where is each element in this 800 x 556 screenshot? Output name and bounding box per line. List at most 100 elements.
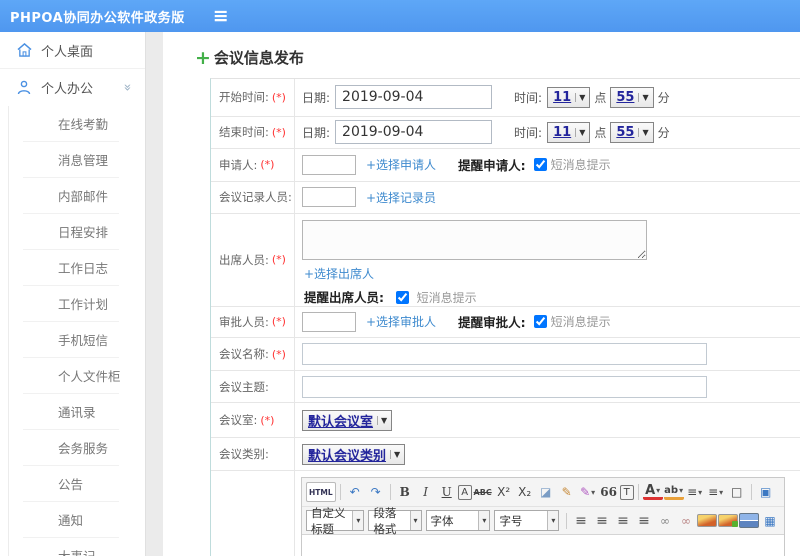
approver-input[interactable] <box>302 311 356 332</box>
sidebar-item[interactable]: 工作计划 <box>8 286 145 322</box>
align-center-icon[interactable]: ≡ <box>592 511 612 531</box>
required-mark: (*) <box>271 90 286 104</box>
sidebar-item[interactable]: 大事记 <box>8 538 145 556</box>
sidebar-item[interactable]: 日程安排 <box>8 214 145 250</box>
paragraph-format-select[interactable]: 段落格式 ▾ <box>368 506 422 536</box>
choose-attendees-link[interactable]: +选择出席人 <box>304 265 374 282</box>
upload-image-icon[interactable] <box>718 514 739 527</box>
superscript-icon[interactable]: X² <box>494 482 514 502</box>
row-approver: 审批人员: (*) +选择审批人 提醒审批人: 短消息提示 <box>211 306 800 339</box>
page-header: + 会议信息发布 <box>163 32 800 68</box>
text-style-icon[interactable]: A <box>457 484 472 500</box>
align-right-icon[interactable]: ≡ <box>613 511 633 531</box>
undo-icon[interactable]: ↶ <box>345 482 365 502</box>
subscript-icon[interactable]: X₂ <box>515 482 535 502</box>
hamburger-menu-icon[interactable]: ≡ <box>213 0 229 32</box>
sidebar-item-label: 会务服务 <box>23 430 119 466</box>
link-icon[interactable]: ∞ <box>655 511 675 531</box>
meeting-name-input[interactable] <box>302 343 707 366</box>
recorder-input[interactable] <box>302 187 356 208</box>
highlight-color-icon[interactable]: ab ▾ <box>663 484 684 500</box>
choose-approver-link[interactable]: +选择审批人 <box>366 313 436 330</box>
sms-remind-applicant-checkbox[interactable] <box>533 158 547 172</box>
blockquote-icon[interactable]: 66 <box>599 482 619 502</box>
hour-unit-label: 点 <box>594 90 607 105</box>
sidebar-item-label: 在线考勤 <box>23 106 119 142</box>
main-content: + 会议信息发布 开始时间:(*) 日期: 时间: 11▼ 点 55▼ 分 结束… <box>163 32 800 556</box>
align-left-icon[interactable]: ≡ <box>571 511 591 531</box>
redo-icon[interactable]: ↷ <box>366 482 386 502</box>
media-icon[interactable] <box>739 513 760 528</box>
sidebar-item-personal-desktop[interactable]: 个人桌面 <box>0 32 145 69</box>
chevron-down-icon: ▾ <box>698 487 703 497</box>
choose-applicant-link[interactable]: +选择申请人 <box>366 156 436 173</box>
sidebar-item[interactable]: 通讯录 <box>8 394 145 430</box>
sidebar-item[interactable]: 工作日志 <box>8 250 145 286</box>
justify-icon[interactable]: ≡ <box>634 511 654 531</box>
remind-approver-label: 提醒审批人: <box>458 315 526 331</box>
remind-attendees-label: 提醒出席人员: <box>304 289 384 305</box>
time-label: 时间: <box>514 125 543 140</box>
row-recorder: 会议记录人员:(*) +选择记录员 <box>211 181 800 214</box>
choose-recorder-link[interactable]: +选择记录员 <box>366 189 436 206</box>
html-source-icon[interactable]: HTML <box>306 482 336 502</box>
end-date-input[interactable] <box>335 120 493 145</box>
font-size-select[interactable]: 字号 ▾ <box>494 510 560 531</box>
field-label: 会议名称: <box>219 347 269 362</box>
start-minute-select[interactable]: 55 ▼ <box>610 86 654 108</box>
sidebar-item[interactable]: 个人文件柜 <box>8 358 145 394</box>
meeting-category-select[interactable]: 默认会议类别 ▼ <box>302 443 406 465</box>
sidebar-item[interactable]: 内部邮件 <box>8 178 145 214</box>
sms-remind-attendees-checkbox[interactable] <box>395 290 409 304</box>
strikethrough-icon[interactable]: ABC <box>473 482 493 502</box>
required-mark: (*) <box>260 413 275 427</box>
paragraph-format-label: 段落格式 <box>373 505 397 536</box>
custom-heading-select[interactable]: 自定义标题 ▾ <box>306 506 365 536</box>
sidebar-item[interactable]: 在线考勤 <box>8 106 145 142</box>
new-page-icon[interactable]: □ <box>727 482 747 502</box>
editor-content-area[interactable] <box>302 534 784 556</box>
sms-label: 短消息提示 <box>550 315 611 330</box>
unordered-list-icon[interactable]: ≡ ▾ <box>706 482 726 502</box>
attendees-textarea[interactable] <box>302 219 647 260</box>
sms-remind-approver-checkbox[interactable] <box>533 315 547 329</box>
sidebar-item[interactable]: 公告 <box>8 466 145 502</box>
meeting-form: 开始时间:(*) 日期: 时间: 11▼ 点 55▼ 分 结束时间:(*) 日期… <box>210 78 800 556</box>
fullscreen-icon[interactable]: ▣ <box>756 482 776 502</box>
format-painter-icon[interactable]: ✎ ▾ <box>578 482 598 502</box>
ordered-list-icon[interactable]: ≡ ▾ <box>685 482 705 502</box>
end-hour-select[interactable]: 11 ▼ <box>547 121 591 143</box>
sidebar-item-personal-office[interactable]: 个人办公 » <box>0 69 145 106</box>
row-start-time: 开始时间:(*) 日期: 时间: 11▼ 点 55▼ 分 <box>211 79 800 117</box>
sidebar-item[interactable]: 手机短信 <box>8 322 145 358</box>
sidebar-item[interactable]: 会务服务 <box>8 430 145 466</box>
underline-icon[interactable]: U <box>437 482 457 502</box>
sidebar-item-label: 手机短信 <box>23 322 119 358</box>
applicant-input[interactable] <box>302 154 356 175</box>
start-hour-select[interactable]: 11 ▼ <box>547 86 591 108</box>
sidebar-item-label: 通知 <box>23 502 119 538</box>
required-mark: (*) <box>271 315 286 329</box>
sidebar-item[interactable]: 通知 <box>8 502 145 538</box>
hour-unit-label: 点 <box>594 125 607 140</box>
font-family-select[interactable]: 字体 ▾ <box>425 510 491 531</box>
bold-icon[interactable]: B <box>395 482 415 502</box>
start-date-input[interactable] <box>335 85 493 110</box>
paste-icon[interactable]: T <box>619 484 634 500</box>
table-icon[interactable]: ▦ <box>760 511 780 531</box>
eraser-icon[interactable]: ◪ <box>536 482 556 502</box>
sidebar-item-label: 个人桌面 <box>41 44 94 60</box>
image-icon[interactable] <box>697 514 718 527</box>
editor-toolbar-row1: HTML ↶ ↷ B I U A ABC X² X₂ ◪ ✎ ✎ ▾ 66 T A ▾ ab ▾ ≡ ▾ ≡ ▾ □ ▣ <box>302 478 784 506</box>
italic-icon[interactable]: I <box>416 482 436 502</box>
end-minute-select[interactable]: 55 ▼ <box>610 121 654 143</box>
sidebar-item[interactable]: 消息管理 <box>8 142 145 178</box>
unlink-icon[interactable]: ∞ <box>676 511 696 531</box>
meeting-topic-input[interactable] <box>302 375 707 398</box>
row-meeting-room: 会议室: (*) 默认会议室 ▼ <box>211 403 800 439</box>
clean-format-icon[interactable]: ✎ <box>557 482 577 502</box>
row-meeting-category: 会议类别: 默认会议类别 ▼ <box>211 438 800 471</box>
font-color-icon[interactable]: A ▾ <box>642 483 663 500</box>
meeting-room-select[interactable]: 默认会议室 ▼ <box>302 409 393 431</box>
chevron-down-icon: ▾ <box>719 487 724 497</box>
